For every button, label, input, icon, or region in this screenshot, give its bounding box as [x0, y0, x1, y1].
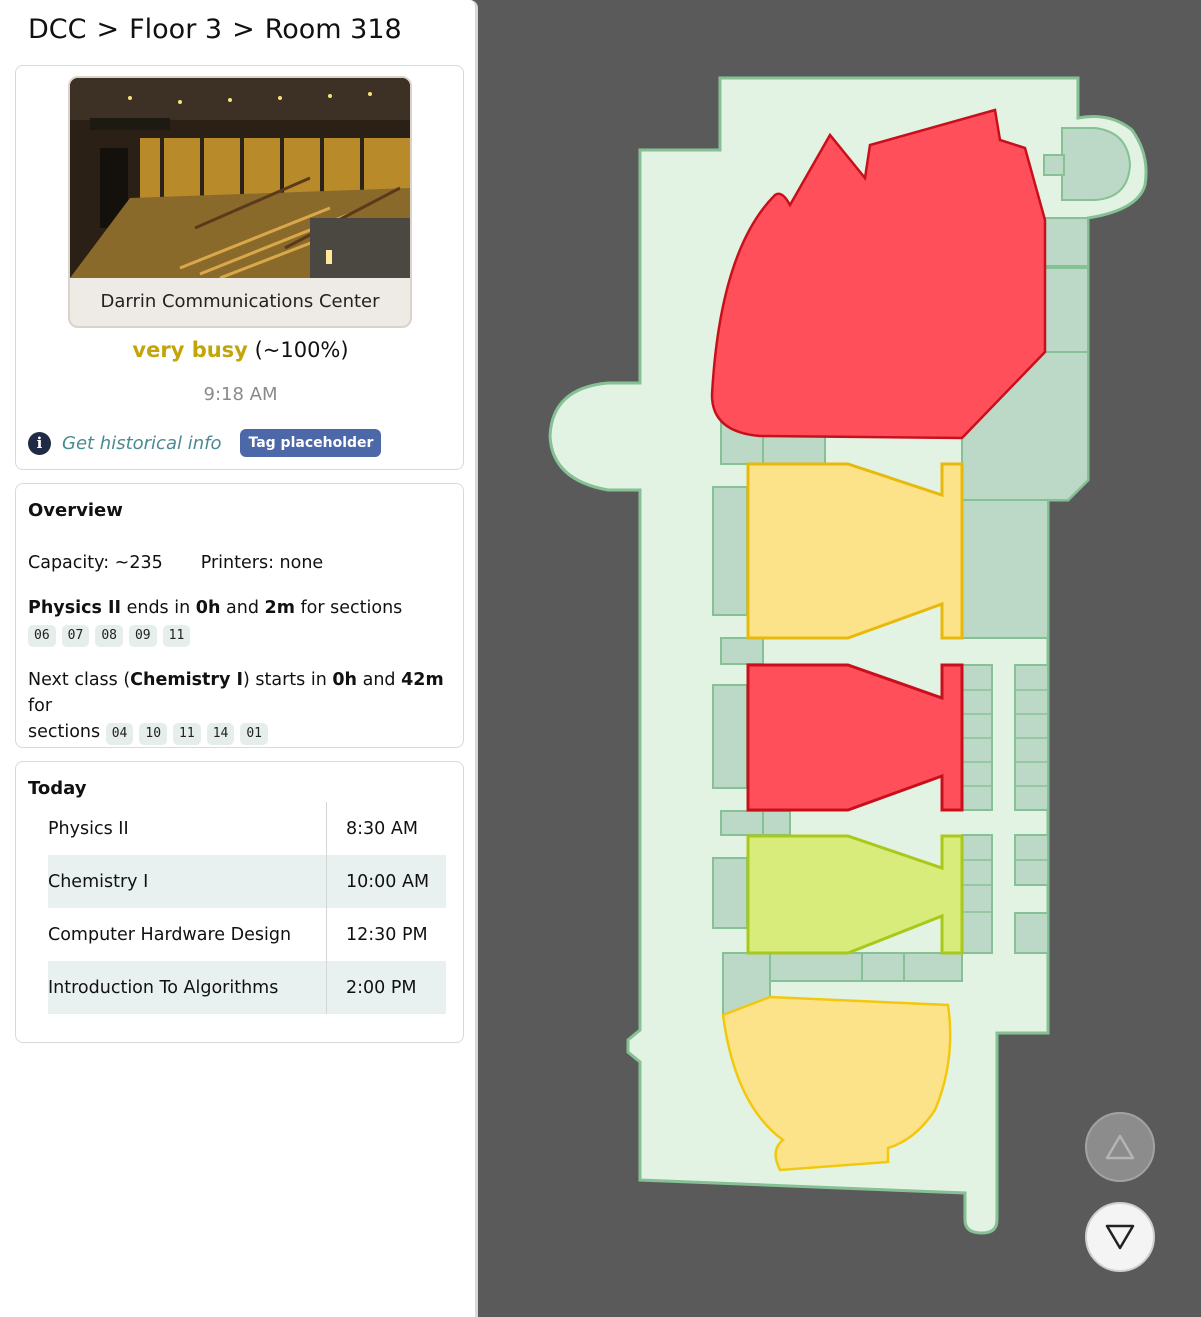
- breadcrumb-separator: >: [96, 14, 120, 45]
- current-class: Physics II ends in 0h and 2m for section…: [28, 595, 453, 647]
- course-time: 8:30 AM: [346, 818, 418, 839]
- info-icon[interactable]: i: [28, 431, 51, 455]
- current-class-name: Physics II: [28, 598, 122, 618]
- triangle-up-icon: [1105, 1134, 1135, 1160]
- current-time: 9:18 AM: [203, 384, 278, 405]
- busy-percent: (~100%): [254, 338, 349, 362]
- ends-minutes: 2m: [264, 598, 295, 618]
- printers-text: Printers: none: [200, 553, 324, 573]
- section-chip: 04: [105, 723, 134, 745]
- capacity-text: Capacity: ~235: [28, 553, 163, 573]
- today-title: Today: [28, 778, 87, 799]
- sections-text: sections: [28, 722, 101, 742]
- starts-hours: 0h: [332, 670, 358, 690]
- next-class: Next class (Chemistry I) starts in 0h an…: [28, 667, 453, 745]
- course-name: Computer Hardware Design: [48, 908, 327, 961]
- capacity-row: Capacity: ~235 Printers: none: [28, 550, 453, 576]
- room-left-c: [712, 486, 748, 616]
- course-name: Chemistry I: [48, 855, 327, 908]
- busy-status: very busy (~100%): [16, 338, 465, 362]
- busy-level: very busy: [132, 338, 248, 362]
- ends-hours: 0h: [195, 598, 221, 618]
- section-chip: 10: [139, 723, 168, 745]
- today-card: Today Physics II 8:30 AM Chemistry I 10:00…: [15, 761, 464, 1043]
- next-class-name: Chemistry I: [130, 670, 243, 690]
- breadcrumb: DCC > Floor 3 > Room 318: [28, 14, 402, 45]
- section-chip: 07: [61, 625, 90, 647]
- ends-in-text: ends in: [126, 598, 191, 618]
- room-mid-right: [961, 499, 1049, 639]
- room-stair-3: [961, 834, 993, 954]
- starts-minutes: 42m: [401, 670, 444, 690]
- table-row: Computer Hardware Design 12:30 PM: [48, 908, 446, 961]
- and-text: and: [226, 598, 259, 618]
- floor-down-button[interactable]: [1085, 1202, 1155, 1272]
- room-right-low: [1014, 912, 1049, 954]
- triangle-down-icon: [1105, 1224, 1135, 1250]
- current-sections: 06 07 08 09 11: [28, 624, 196, 647]
- section-chip: 14: [206, 723, 235, 745]
- section-chip: 01: [240, 723, 269, 745]
- breadcrumb-room: Room 318: [264, 14, 402, 45]
- course-name: Physics II: [48, 802, 327, 855]
- room-left-e: [712, 684, 748, 789]
- table-row: Introduction To Algorithms 2:00 PM: [48, 961, 446, 1014]
- historical-row: i Get historical info Tag placeholder: [28, 429, 382, 457]
- room-bottom-strip-3: [903, 952, 963, 982]
- breadcrumb-building[interactable]: DCC: [28, 14, 87, 45]
- table-row: Physics II 8:30 AM: [48, 802, 446, 855]
- next-class-prefix: Next class (: [28, 670, 131, 690]
- photo-caption: Darrin Communications Center: [100, 291, 380, 312]
- room-bottom-strip-1: [769, 952, 863, 982]
- room-right-1: [1044, 217, 1089, 267]
- course-time: 12:30 PM: [346, 924, 428, 945]
- section-chip: 11: [162, 625, 191, 647]
- breadcrumb-separator: >: [232, 14, 255, 45]
- overview-title: Overview: [28, 500, 123, 521]
- and-text: and: [362, 670, 396, 690]
- tag-badge: Tag placeholder: [240, 429, 382, 457]
- schedule-table: Physics II 8:30 AM Chemistry I 10:00 AM Co…: [48, 802, 446, 1014]
- course-time: 10:00 AM: [326, 855, 446, 908]
- breadcrumb-floor[interactable]: Floor 3: [129, 14, 222, 45]
- room-left-h: [712, 857, 748, 929]
- starts-in-text: ) starts in: [243, 670, 327, 690]
- for-sections-text: for sections: [300, 598, 403, 618]
- section-chip: 11: [173, 723, 201, 745]
- info-panel: DCC > Floor 3 > Room 318 Darrin Communicatio…: [0, 0, 478, 1317]
- table-row: Chemistry I 10:00 AM: [48, 855, 446, 908]
- floor-up-button[interactable]: [1085, 1112, 1155, 1182]
- room-left-d: [720, 637, 764, 665]
- room-top-right-small: [1043, 154, 1065, 176]
- room-top-right-round: [1061, 127, 1132, 201]
- room-right-2: [1044, 267, 1089, 353]
- section-chip: 09: [128, 625, 157, 647]
- room-left-g: [762, 810, 791, 836]
- room-bottom-strip-2: [861, 952, 905, 982]
- building-photo: [70, 78, 410, 278]
- course-time: 2:00 PM: [326, 961, 446, 1014]
- course-name: Introduction To Algorithms: [48, 961, 327, 1014]
- building-card: Darrin Communications Center very busy (…: [15, 65, 464, 470]
- room-left-f: [720, 810, 764, 836]
- section-chip: 06: [28, 625, 56, 647]
- section-chip: 08: [95, 625, 123, 647]
- historical-info-link[interactable]: Get historical info: [62, 433, 221, 454]
- overview-card: Overview Capacity: ~235 Printers: none Ph…: [15, 483, 464, 748]
- building-photo-frame: Darrin Communications Center: [68, 76, 412, 328]
- for-text: for: [28, 696, 53, 716]
